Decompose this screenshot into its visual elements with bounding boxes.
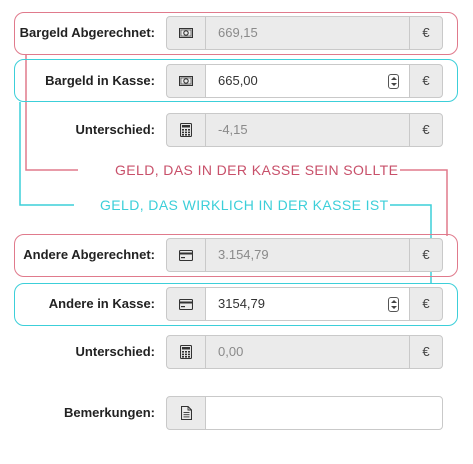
remarks-label: Bemerkungen:	[63, 405, 155, 420]
cash-calculated-currency: €	[409, 16, 443, 50]
cash-in-register-currency: €	[409, 64, 443, 98]
cash-calculated-row: Bargeld Abgerechnet: 669,15 €	[0, 14, 473, 52]
credit-card-icon	[166, 238, 206, 272]
expected-money-callout: GELD, DAS IN DER KASSE SEIN SOLLTE	[115, 162, 399, 178]
cash-in-register-value: 665,00	[218, 73, 258, 88]
expected-connector-right	[400, 169, 448, 236]
cash-in-register-input[interactable]: 665,00	[205, 64, 410, 98]
other-in-register-currency: €	[409, 287, 443, 321]
banknote-icon	[166, 64, 206, 98]
other-in-register-input[interactable]: 3154,79	[205, 287, 410, 321]
other-in-register-value: 3154,79	[218, 296, 265, 311]
number-spinner-icon[interactable]	[388, 297, 399, 312]
other-calculated-field: 3.154,79	[205, 238, 410, 272]
cash-difference-label: Unterschied:	[75, 122, 155, 137]
cash-difference-currency: €	[409, 113, 443, 147]
cash-in-register-row: Bargeld in Kasse: 665,00 €	[0, 62, 473, 100]
other-calculated-row: Andere Abgerechnet: 3.154,79 €	[0, 236, 473, 274]
cash-calculated-label: Bargeld Abgerechnet:	[19, 25, 155, 40]
number-spinner-icon[interactable]	[388, 74, 399, 89]
cash-difference-row: Unterschied: -4,15 €	[0, 111, 473, 149]
other-difference-label: Unterschied:	[75, 344, 155, 359]
other-in-register-row: Andere in Kasse: 3154,79 €	[0, 285, 473, 323]
credit-card-icon	[166, 287, 206, 321]
other-calculated-label: Andere Abgerechnet:	[23, 247, 155, 262]
banknote-icon	[166, 16, 206, 50]
remarks-input[interactable]	[205, 396, 443, 430]
other-calculated-currency: €	[409, 238, 443, 272]
calculator-icon	[166, 335, 206, 369]
other-difference-row: Unterschied: 0,00 €	[0, 333, 473, 371]
other-in-register-label: Andere in Kasse:	[48, 296, 155, 311]
cash-difference-field: -4,15	[205, 113, 410, 147]
actual-money-callout: GELD, DAS WIRKLICH IN DER KASSE IST	[100, 197, 389, 213]
document-icon	[166, 396, 206, 430]
other-difference-field: 0,00	[205, 335, 410, 369]
other-difference-currency: €	[409, 335, 443, 369]
cash-in-register-label: Bargeld in Kasse:	[45, 73, 155, 88]
cash-calculated-field: 669,15	[205, 16, 410, 50]
remarks-row: Bemerkungen:	[0, 396, 473, 434]
calculator-icon	[166, 113, 206, 147]
